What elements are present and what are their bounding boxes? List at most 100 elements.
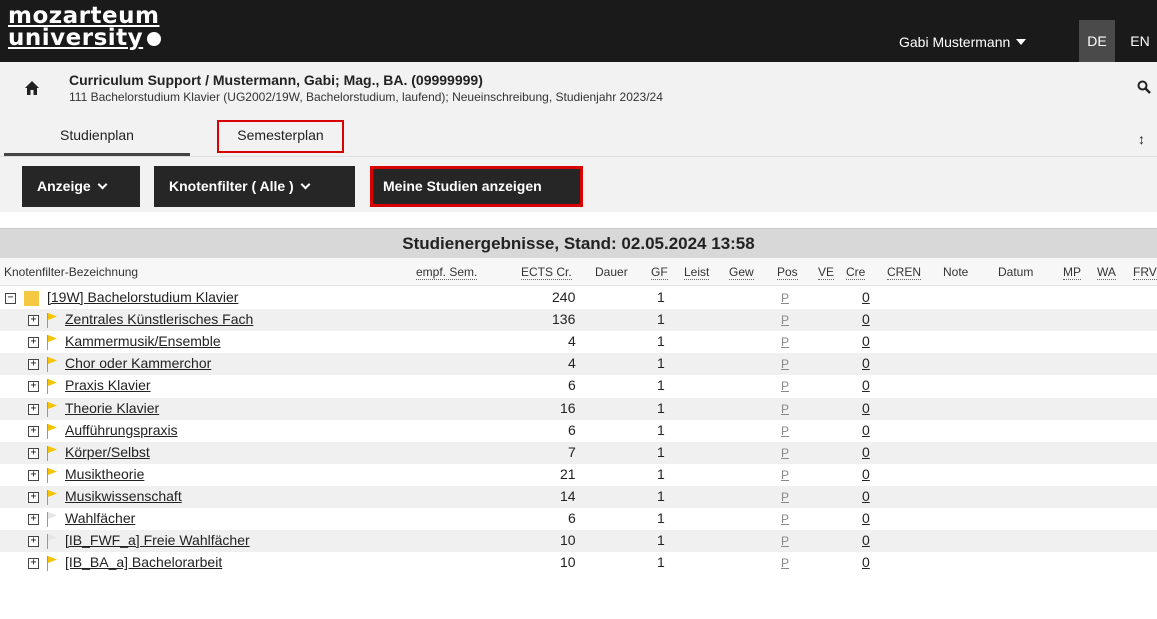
brand-dot-icon [147, 32, 162, 46]
row-pos[interactable]: P [781, 512, 789, 526]
brand-line1: mozarteum [8, 3, 160, 29]
row-cre[interactable]: 0 [862, 289, 870, 305]
language-en[interactable]: EN [1122, 20, 1157, 62]
user-menu[interactable]: Gabi Mustermann [899, 34, 1027, 50]
row-pos[interactable]: P [781, 446, 789, 460]
sort-icon[interactable]: ↕ [1138, 131, 1145, 147]
row-name-link[interactable]: Theorie Klavier [65, 400, 159, 416]
row-ects: 4 [568, 333, 576, 350]
meine-studien-label: Meine Studien anzeigen [383, 178, 542, 194]
expand-icon[interactable]: + [28, 491, 39, 503]
expand-icon[interactable]: + [28, 514, 39, 525]
row-cre[interactable]: 0 [862, 311, 870, 327]
knotenfilter-button[interactable]: Knotenfilter ( Alle ) [154, 166, 355, 207]
user-name: Gabi Mustermann [899, 34, 1011, 50]
row-pos[interactable]: P [781, 357, 789, 371]
row-pos[interactable]: P [781, 291, 789, 305]
row-cre[interactable]: 0 [862, 355, 870, 371]
expand-icon[interactable]: + [28, 403, 39, 415]
flag-icon [47, 423, 57, 439]
expand-icon[interactable]: + [28, 381, 39, 393]
row-pos[interactable]: P [781, 534, 789, 548]
row-gf: 1 [657, 510, 665, 526]
row-ects: 4 [568, 355, 576, 372]
row-name-link[interactable]: Kammermusik/Ensemble [65, 333, 221, 349]
table-row: + Chor oder Kammerchor 4 1 P 0 [0, 353, 1157, 376]
row-name-link[interactable]: [19W] Bachelorstudium Klavier [47, 289, 238, 305]
row-name-link[interactable]: Wahlfächer [65, 510, 135, 526]
row-cre[interactable]: 0 [862, 422, 870, 438]
anzeige-button[interactable]: Anzeige [22, 166, 140, 207]
row-cre[interactable]: 0 [862, 510, 870, 526]
tab-semesterplan[interactable]: Semesterplan [217, 120, 344, 153]
search-icon[interactable] [1137, 80, 1151, 94]
col-gf[interactable]: GF [651, 265, 668, 280]
row-gf: 1 [657, 554, 665, 571]
row-gf: 1 [657, 465, 665, 482]
row-cre[interactable]: 0 [862, 554, 870, 570]
tab-studienplan[interactable]: Studienplan [4, 120, 190, 156]
expand-icon[interactable]: + [28, 447, 39, 459]
flag-icon [47, 489, 57, 505]
row-name-link[interactable]: Musiktheorie [65, 466, 144, 482]
expand-icon[interactable]: + [28, 359, 39, 371]
row-name-link[interactable]: Zentrales Künstlerisches Fach [65, 311, 253, 327]
col-pos[interactable]: Pos [777, 265, 798, 280]
col-mp[interactable]: MP [1063, 265, 1081, 280]
row-cre[interactable]: 0 [862, 444, 870, 460]
row-cre[interactable]: 0 [862, 400, 870, 416]
row-name-link[interactable]: Aufführungspraxis [65, 422, 178, 438]
expand-icon[interactable]: + [28, 315, 39, 327]
row-pos[interactable]: P [781, 313, 789, 327]
col-frv[interactable]: FRV [1133, 265, 1157, 280]
meine-studien-button[interactable]: Meine Studien anzeigen [370, 166, 583, 207]
col-cre[interactable]: Cre [846, 265, 866, 280]
brand-line2: university [8, 25, 144, 51]
row-name-link[interactable]: [IB_FWF_a] Freie Wahlfächer [65, 532, 250, 548]
row-ects: 7 [568, 443, 576, 460]
row-pos[interactable]: P [781, 335, 789, 349]
col-leist[interactable]: Leist [684, 265, 710, 280]
row-name-link[interactable]: Musikwissenschaft [65, 488, 182, 504]
row-pos[interactable]: P [781, 379, 789, 393]
row-pos[interactable]: P [781, 490, 789, 504]
table-row: + [IB_FWF_a] Freie Wahlfächer 10 1 P 0 [0, 530, 1157, 553]
row-cre[interactable]: 0 [862, 377, 870, 393]
row-cre[interactable]: 0 [862, 466, 870, 482]
col-empf-sem[interactable]: empf. Sem. [416, 265, 478, 280]
row-pos[interactable]: P [781, 424, 789, 438]
row-pos[interactable]: P [781, 402, 789, 416]
home-icon[interactable] [24, 80, 40, 96]
row-cre[interactable]: 0 [862, 532, 870, 548]
row-pos[interactable]: P [781, 468, 789, 482]
row-ects: 21 [560, 465, 576, 482]
expand-icon[interactable]: + [28, 558, 39, 570]
table-row: + Musikwissenschaft 14 1 P 0 [0, 485, 1157, 508]
col-cren[interactable]: CREN [887, 265, 922, 280]
row-name-link[interactable]: [IB_BA_a] Bachelorarbeit [65, 554, 222, 570]
col-ects[interactable]: ECTS Cr. [521, 265, 572, 280]
expand-icon[interactable]: + [28, 536, 39, 548]
row-name-link[interactable]: Chor oder Kammerchor [65, 355, 211, 371]
row-cre[interactable]: 0 [862, 488, 870, 504]
row-name-link[interactable]: Praxis Klavier [65, 377, 151, 393]
col-wa[interactable]: WA [1097, 265, 1116, 280]
row-name-link[interactable]: Körper/Selbst [65, 444, 150, 460]
table-row: + Wahlfächer 6 1 P 0 [0, 508, 1157, 530]
brand-logo[interactable]: mozarteum university [8, 3, 162, 51]
table-row: + [IB_BA_a] Bachelorarbeit 10 1 P 0 [0, 552, 1157, 574]
col-ve[interactable]: VE [818, 265, 835, 280]
anzeige-label: Anzeige [37, 178, 91, 194]
page-subtitle: 111 Bachelorstudium Klavier (UG2002/19W,… [69, 90, 663, 104]
row-cre[interactable]: 0 [862, 333, 870, 349]
expand-icon[interactable]: + [28, 469, 39, 481]
row-gf: 1 [657, 532, 665, 549]
collapse-icon[interactable]: − [5, 293, 16, 304]
chevron-down-icon [300, 179, 311, 190]
expand-icon[interactable]: + [28, 425, 39, 437]
col-datum: Datum [998, 265, 1034, 279]
col-gew[interactable]: Gew [729, 265, 754, 280]
row-pos[interactable]: P [781, 556, 789, 570]
language-de[interactable]: DE [1079, 20, 1115, 62]
expand-icon[interactable]: + [28, 337, 39, 349]
